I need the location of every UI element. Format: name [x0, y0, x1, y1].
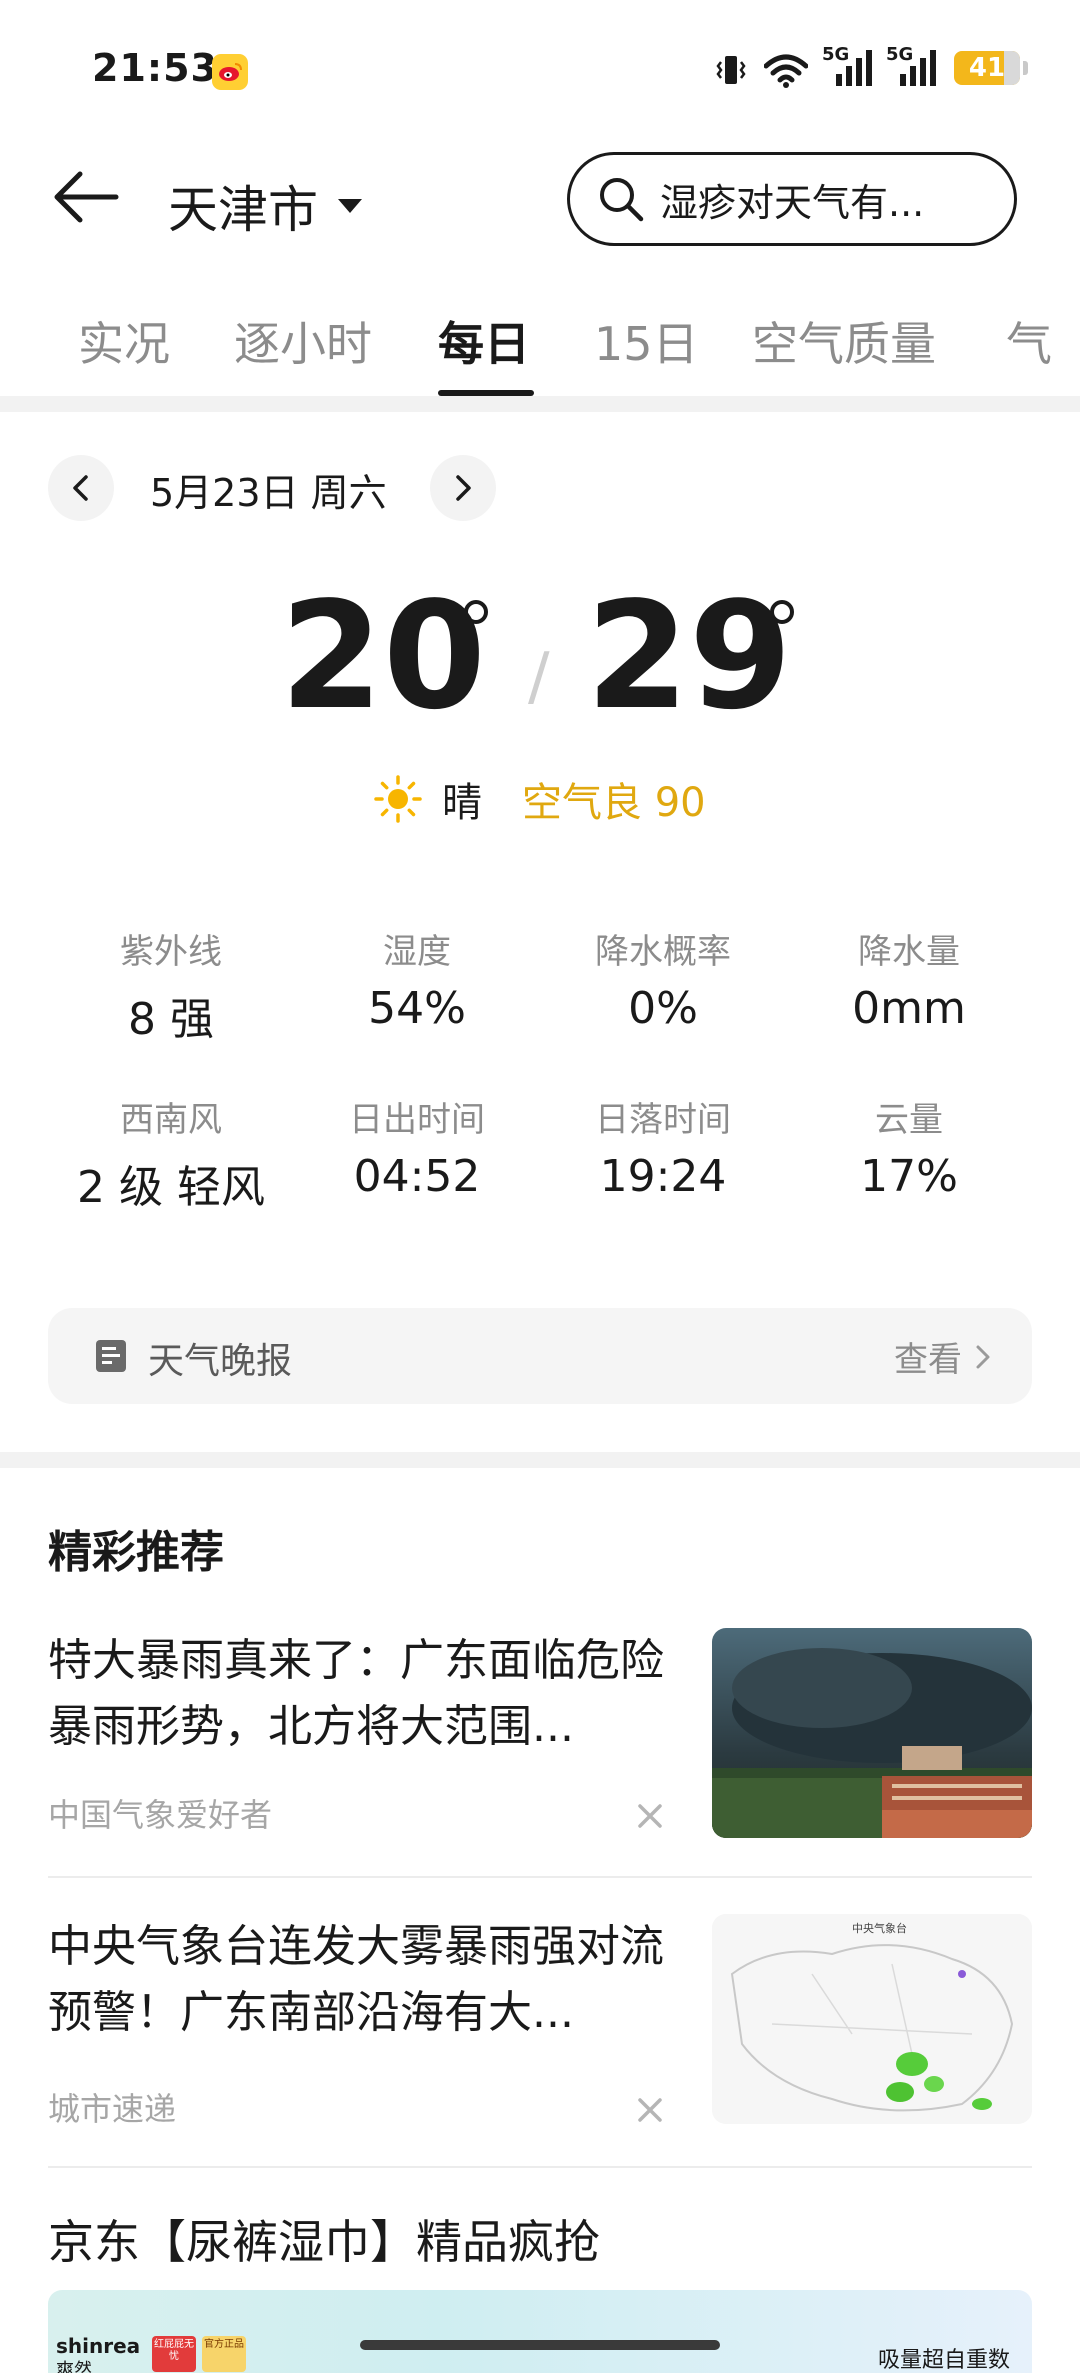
divider	[0, 1452, 1080, 1468]
chevron-right-icon	[456, 475, 471, 501]
back-button[interactable]	[50, 162, 120, 232]
forecast-map-image: 中央气象台	[712, 1914, 1032, 2124]
view-report-label: 查看	[894, 1340, 962, 1380]
close-icon[interactable]	[632, 2092, 668, 2128]
stat-label: 紫外线	[120, 932, 222, 972]
search-placeholder: 湿疹对天气有...	[660, 180, 925, 225]
news-title: 中央气象台连发大雾暴雨强对流预警！广东南部沿海有大...	[48, 1921, 664, 2038]
weibo-notification-icon	[212, 54, 248, 90]
home-indicator[interactable]	[360, 2340, 720, 2350]
stat-value: 8 强	[128, 994, 214, 1045]
vibrate-icon	[716, 48, 746, 88]
battery-icon: 41	[954, 51, 1028, 85]
view-report-link[interactable]: 查看	[894, 1332, 992, 1381]
stat-cloud-cover: 云量 17%	[786, 1092, 1032, 1202]
signal-5g-icon-2: 5G	[886, 44, 936, 88]
news-divider	[48, 1876, 1032, 1878]
stat-precip-probability: 降水概率 0%	[540, 924, 786, 1034]
status-time: 21:53	[92, 46, 218, 90]
storm-photo	[712, 1628, 1032, 1838]
city-selector[interactable]: 天津市	[168, 170, 364, 242]
stat-value: 54%	[368, 983, 466, 1034]
degree-symbol-high	[770, 600, 794, 624]
wifi-icon	[764, 48, 808, 88]
news-item-1[interactable]: 特大暴雨真来了：广东面临危险暴雨形势，北方将大范围... 中国气象爱好者	[48, 1628, 1032, 1838]
news-title: 特大暴雨真来了：广东面临危险暴雨形势，北方将大范围...	[48, 1635, 664, 1752]
weather-report-bar[interactable]: 天气晚报 查看	[48, 1308, 1032, 1404]
status-icons: 5G 5G 41	[716, 44, 1028, 88]
close-icon[interactable]	[632, 1798, 668, 1834]
city-name: 天津市	[168, 181, 318, 239]
divider	[0, 396, 1080, 412]
stat-precip-amount: 降水量 0mm	[786, 924, 1032, 1034]
ad-tag-2: 官方正品	[202, 2336, 246, 2372]
tab-live[interactable]: 实况	[78, 308, 170, 374]
ad-slogan: 吸量超自重数	[877, 2348, 1010, 2373]
stat-label: 湿度	[383, 932, 451, 972]
air-quality-badge[interactable]: 空气良 90	[522, 770, 706, 828]
stat-label: 云量	[875, 1100, 943, 1140]
stat-value: 0%	[628, 983, 698, 1034]
ad-brand-cn: 爽然	[56, 2360, 92, 2373]
ad-brand: shinrea	[56, 2334, 141, 2358]
news-item-2[interactable]: 中央气象台连发大雾暴雨强对流预警！广东南部沿海有大... 城市速递 中央气象台	[48, 1914, 1032, 2128]
search-input[interactable]: 湿疹对天气有...	[567, 152, 1017, 246]
signal-5g-label-1: 5G	[822, 44, 850, 65]
chevron-right-icon	[976, 1345, 990, 1368]
tab-more[interactable]: 气	[1006, 308, 1052, 374]
stat-label: 降水量	[858, 932, 960, 972]
stat-label: 西南风	[120, 1100, 222, 1140]
stat-wind: 西南风 2 级 轻风	[48, 1092, 294, 1215]
date-label: 5月23日 周六	[150, 471, 387, 515]
degree-symbol-low	[464, 600, 488, 624]
condition-row: 晴 空气良 90	[374, 770, 706, 828]
stat-label: 日落时间	[595, 1100, 731, 1140]
stat-value: 04:52	[353, 1151, 481, 1202]
tab-hourly[interactable]: 逐小时	[234, 308, 372, 374]
temp-low: 20	[280, 570, 486, 742]
tab-air-quality[interactable]: 空气质量	[752, 308, 936, 374]
ad-tag-1: 红屁屁无忧	[152, 2336, 196, 2372]
stat-value: 19:24	[599, 1151, 727, 1202]
battery-level: 41	[968, 53, 1006, 83]
news-source: 中国气象爱好者	[48, 1796, 273, 1834]
news-source: 城市速递	[48, 2090, 177, 2128]
stat-sunrise: 日出时间 04:52	[294, 1092, 540, 1202]
stat-value: 17%	[860, 1151, 958, 1202]
tab-15day[interactable]: 15日	[594, 308, 699, 374]
arrow-left-icon	[54, 171, 119, 223]
header: 天津市 湿疹对天气有...	[0, 140, 1080, 260]
map-caption: 中央气象台	[852, 1922, 907, 1935]
stat-value: 0mm	[852, 983, 966, 1034]
tab-daily[interactable]: 每日	[438, 308, 530, 374]
stat-value: 2 级 轻风	[77, 1162, 265, 1213]
caret-down-icon	[338, 199, 362, 213]
stat-humidity: 湿度 54%	[294, 924, 540, 1034]
search-icon	[600, 178, 644, 222]
signal-5g-label-2: 5G	[886, 44, 914, 65]
stat-label: 日出时间	[349, 1100, 485, 1140]
chevron-left-icon	[73, 475, 88, 501]
temp-separator: /	[528, 640, 550, 714]
news-divider	[48, 2166, 1032, 2168]
stat-uv: 紫外线 8 强	[48, 924, 294, 1047]
stat-sunset: 日落时间 19:24	[540, 1092, 786, 1202]
ad-title[interactable]: 京东【尿裤湿巾】精品疯抢	[48, 2206, 600, 2272]
ad-banner[interactable]: shinrea 爽然 红屁屁无忧 官方正品 吸量超自重数	[48, 2290, 1032, 2373]
status-bar: 21:53 5G 5G 41	[0, 0, 1080, 140]
document-icon	[94, 1338, 128, 1378]
tab-bar: 实况 逐小时 每日 15日 空气质量 气	[0, 290, 1080, 400]
weather-condition: 晴	[442, 780, 482, 826]
temp-high: 29	[586, 570, 792, 742]
signal-5g-icon-1: 5G	[822, 44, 872, 88]
recommend-title: 精彩推荐	[48, 1527, 224, 1578]
stat-label: 降水概率	[595, 932, 731, 972]
sun-icon	[374, 775, 422, 823]
next-day-button[interactable]	[430, 455, 496, 521]
prev-day-button[interactable]	[48, 455, 114, 521]
weather-report-label: 天气晚报	[148, 1341, 293, 1382]
